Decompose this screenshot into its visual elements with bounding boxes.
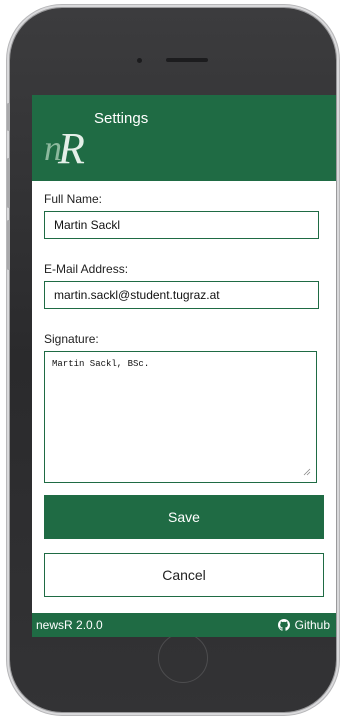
front-camera	[137, 58, 142, 63]
github-icon	[277, 619, 290, 631]
github-label: Github	[294, 618, 330, 632]
full-name-label: Full Name:	[44, 192, 103, 206]
volume-down-button	[7, 220, 10, 270]
resize-grip-icon[interactable]	[303, 468, 311, 476]
mute-switch	[7, 103, 10, 131]
logo-letter-r: R	[58, 124, 85, 173]
save-button[interactable]: Save	[44, 495, 324, 539]
home-button[interactable]	[158, 633, 208, 683]
app-logo: n R	[44, 123, 104, 175]
github-link[interactable]: Github	[277, 618, 330, 632]
volume-up-button	[7, 158, 10, 208]
app-footer: newsR 2.0.0 Github	[32, 613, 336, 637]
signature-label: Signature:	[44, 332, 99, 346]
cancel-button[interactable]: Cancel	[44, 553, 324, 597]
full-name-input[interactable]	[44, 211, 319, 239]
signature-textarea[interactable]: Martin Sackl, BSc.	[44, 351, 317, 483]
app-header: n R Settings	[32, 95, 336, 181]
app-screen: n R Settings Full Name: E-Mail Address: …	[32, 95, 336, 637]
page-title: Settings	[94, 110, 149, 127]
email-label: E-Mail Address:	[44, 262, 129, 276]
earpiece-speaker	[166, 58, 208, 62]
version-label: newsR 2.0.0	[36, 618, 103, 632]
email-input[interactable]	[44, 281, 319, 309]
